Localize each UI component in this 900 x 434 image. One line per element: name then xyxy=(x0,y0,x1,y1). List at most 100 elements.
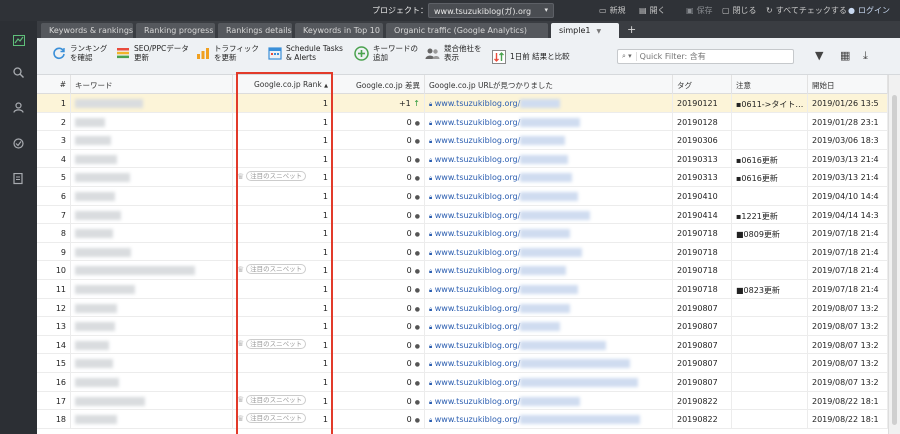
url-link[interactable]: www.tsuzukiblog.org/ xyxy=(432,397,521,406)
keyword-cell[interactable] xyxy=(71,242,233,261)
login-button[interactable]: ● ログイン xyxy=(848,5,890,16)
check-circle-icon[interactable] xyxy=(9,134,28,153)
url-link[interactable]: www.tsuzukiblog.org/ xyxy=(432,341,521,350)
compare-button[interactable]: 1日前 結果と比較 xyxy=(491,49,570,64)
url-link[interactable]: www.tsuzukiblog.org/ xyxy=(432,359,521,368)
table-row[interactable]: 5 ♛ 注目のスニペット 1 0 ● 🔒︎ www.tsuzukiblog.org/2019… xyxy=(37,168,888,187)
keyword-cell[interactable] xyxy=(71,391,233,410)
table-row[interactable]: 11 1 0 ● 🔒︎ www.tsuzukiblog.org/20190718 ■082… xyxy=(37,280,888,299)
quick-filter-input[interactable] xyxy=(639,52,780,61)
url-link[interactable]: www.tsuzukiblog.org/ xyxy=(432,248,521,257)
url-cell[interactable]: 🔒︎ www.tsuzukiblog.org/ xyxy=(425,261,673,280)
filter-mode-select[interactable]: ⌕ ▾ xyxy=(622,52,637,61)
url-cell[interactable]: 🔒︎ www.tsuzukiblog.org/ xyxy=(425,280,673,298)
url-link[interactable]: www.tsuzukiblog.org/ xyxy=(432,229,521,238)
url-link[interactable]: www.tsuzukiblog.org/ xyxy=(432,99,521,108)
url-link[interactable]: www.tsuzukiblog.org/ xyxy=(432,173,521,182)
keyword-cell[interactable] xyxy=(71,131,233,150)
col-header-start-date[interactable]: 開始日 xyxy=(808,75,888,94)
url-link[interactable]: www.tsuzukiblog.org/ xyxy=(432,322,521,331)
document-icon[interactable] xyxy=(9,169,28,188)
url-cell[interactable]: 🔒︎ www.tsuzukiblog.org/ xyxy=(425,94,673,112)
table-row[interactable]: 1 1 +1 ↑ 🔒︎ www.tsuzukiblog.org/20190121 ▪06… xyxy=(37,94,888,113)
keyword-cell[interactable] xyxy=(71,373,233,391)
col-header-note[interactable]: 注意 xyxy=(732,75,808,94)
url-link[interactable]: www.tsuzukiblog.org/ xyxy=(432,415,521,424)
table-row[interactable]: 4 1 0 ● 🔒︎ www.tsuzukiblog.org/20190313 ▪0616… xyxy=(37,149,888,169)
url-cell[interactable]: 🔒︎ www.tsuzukiblog.org/ xyxy=(425,224,673,243)
keyword-cell[interactable] xyxy=(71,205,233,224)
url-cell[interactable]: 🔒︎ www.tsuzukiblog.org/ xyxy=(425,317,673,336)
col-header-rank[interactable]: Google.co.jp Rank ▲ xyxy=(233,75,333,94)
url-cell[interactable]: 🔒︎ www.tsuzukiblog.org/ xyxy=(425,149,673,168)
save-button[interactable]: ▣ 保存 xyxy=(686,5,713,16)
check-rankings-button[interactable]: ランキング を確認 xyxy=(51,44,107,62)
keyword-cell[interactable] xyxy=(71,261,233,280)
vertical-scrollbar[interactable] xyxy=(888,75,900,434)
table-row[interactable]: 17 ♛ 注目のスニペット 1 0 ● 🔒︎ www.tsuzukiblog.org/201… xyxy=(37,391,888,411)
tab-keywords-top10[interactable]: Keywords in Top 10 xyxy=(295,23,383,38)
col-header-url[interactable]: Google.co.jp URLが見つかりました xyxy=(425,75,673,94)
add-tab-button[interactable]: + xyxy=(627,23,636,36)
url-cell[interactable]: 🔒︎ www.tsuzukiblog.org/ xyxy=(425,335,673,354)
person-icon[interactable] xyxy=(9,98,28,117)
keyword-cell[interactable] xyxy=(71,410,233,429)
url-link[interactable]: www.tsuzukiblog.org/ xyxy=(432,378,521,387)
scrollbar-thumb[interactable] xyxy=(892,95,897,425)
table-row[interactable]: 13 1 0 ● 🔒︎ www.tsuzukiblog.org/20190807 2019… xyxy=(37,317,888,336)
tab-organic-traffic[interactable]: Organic traffic (Google Analytics) xyxy=(386,23,548,38)
keyword-cell[interactable] xyxy=(71,149,233,168)
schedule-tasks-button[interactable]: Schedule Tasks & Alerts xyxy=(267,44,343,62)
keyword-cell[interactable] xyxy=(71,317,233,336)
tab-simple1[interactable]: simple1 ▼ xyxy=(551,23,619,38)
col-header-keyword[interactable]: キーワード xyxy=(71,75,233,94)
table-row[interactable]: 7 1 0 ● 🔒︎ www.tsuzukiblog.org/20190414 ▪1221… xyxy=(37,205,888,225)
url-cell[interactable]: 🔒︎ www.tsuzukiblog.org/ xyxy=(425,242,673,261)
col-header-index[interactable]: # xyxy=(37,75,71,94)
url-cell[interactable]: 🔒︎ www.tsuzukiblog.org/ xyxy=(425,131,673,150)
update-seo-button[interactable]: SEO/PPCデータ 更新 xyxy=(115,44,189,62)
url-link[interactable]: www.tsuzukiblog.org/ xyxy=(432,304,521,313)
col-header-tag[interactable]: タグ xyxy=(673,75,732,94)
tab-keywords-rankings[interactable]: Keywords & rankings xyxy=(41,23,133,38)
url-cell[interactable]: 🔒︎ www.tsuzukiblog.org/ xyxy=(425,373,673,391)
table-row[interactable]: 18 ♛ 注目のスニペット 1 0 ● 🔒︎ www.tsuzukiblog.org/201… xyxy=(37,410,888,429)
update-traffic-button[interactable]: トラフィック を更新 xyxy=(195,44,259,62)
url-cell[interactable]: 🔒︎ www.tsuzukiblog.org/ xyxy=(425,391,673,410)
keyword-cell[interactable] xyxy=(71,298,233,317)
table-row[interactable]: 2 1 0 ● 🔒︎ www.tsuzukiblog.org/20190128 2019/… xyxy=(37,112,888,132)
url-link[interactable]: www.tsuzukiblog.org/ xyxy=(432,192,521,201)
quick-filter[interactable]: ⌕ ▾ xyxy=(617,49,794,64)
table-row[interactable]: 15 1 0 ● 🔒︎ www.tsuzukiblog.org/20190807 2019… xyxy=(37,354,888,373)
url-cell[interactable]: 🔒︎ www.tsuzukiblog.org/ xyxy=(425,168,673,187)
download-icon[interactable]: ⤓ xyxy=(863,49,868,63)
url-link[interactable]: www.tsuzukiblog.org/ xyxy=(432,155,521,164)
table-row[interactable]: 3 1 0 ● 🔒︎ www.tsuzukiblog.org/20190306 2019/… xyxy=(37,131,888,150)
project-select[interactable]: www.tsuzukiblog(ガ).org ▾ xyxy=(428,3,554,18)
url-link[interactable]: www.tsuzukiblog.org/ xyxy=(432,266,521,275)
new-button[interactable]: ▭ 新規 xyxy=(599,5,626,16)
keyword-cell[interactable] xyxy=(71,112,233,131)
close-button[interactable]: ▢ 閉じる xyxy=(722,5,757,16)
tab-ranking-progress[interactable]: Ranking progress xyxy=(136,23,215,38)
search-icon[interactable] xyxy=(9,63,28,82)
url-cell[interactable]: 🔒︎ www.tsuzukiblog.org/ xyxy=(425,112,673,131)
keyword-cell[interactable] xyxy=(71,280,233,298)
url-cell[interactable]: 🔒︎ www.tsuzukiblog.org/ xyxy=(425,205,673,224)
table-row[interactable]: 6 1 0 ● 🔒︎ www.tsuzukiblog.org/20190410 2019/… xyxy=(37,187,888,206)
table-row[interactable]: 8 1 0 ● 🔒︎ www.tsuzukiblog.org/20190718 ■0809… xyxy=(37,224,888,243)
add-keywords-button[interactable]: キーワードの 追加 xyxy=(354,44,418,62)
chart-icon[interactable] xyxy=(9,31,28,50)
table-row[interactable]: 10 ♛ 注目のスニペット 1 0 ● 🔒︎ www.tsuzukiblog.org/201… xyxy=(37,261,888,280)
table-row[interactable]: 16 1 0 ● 🔒︎ www.tsuzukiblog.org/20190807 2019… xyxy=(37,373,888,392)
url-link[interactable]: www.tsuzukiblog.org/ xyxy=(432,136,521,145)
url-link[interactable]: www.tsuzukiblog.org/ xyxy=(432,118,521,127)
grid-view-icon[interactable]: ▦ xyxy=(840,49,850,62)
table-row[interactable]: 9 1 0 ● 🔒︎ www.tsuzukiblog.org/20190718 2019/… xyxy=(37,242,888,262)
keyword-cell[interactable] xyxy=(71,224,233,243)
url-cell[interactable]: 🔒︎ www.tsuzukiblog.org/ xyxy=(425,187,673,205)
url-cell[interactable]: 🔒︎ www.tsuzukiblog.org/ xyxy=(425,298,673,317)
tab-rankings-details[interactable]: Rankings details xyxy=(218,23,292,38)
url-cell[interactable]: 🔒︎ www.tsuzukiblog.org/ xyxy=(425,410,673,429)
url-link[interactable]: www.tsuzukiblog.org/ xyxy=(432,211,521,220)
